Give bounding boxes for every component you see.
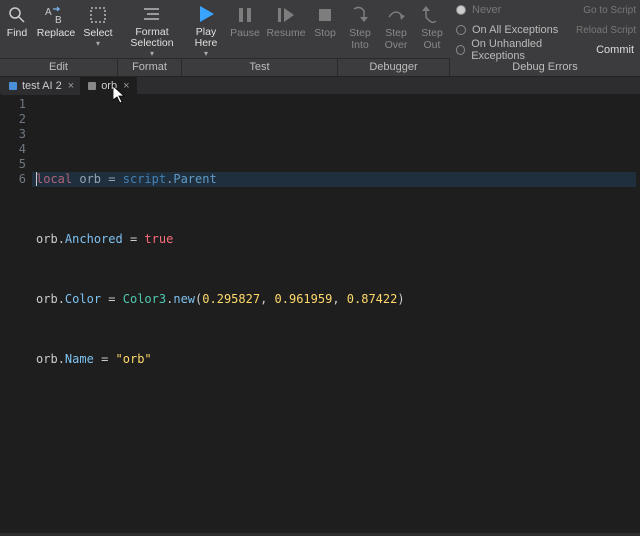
replace-label: Replace <box>37 28 76 40</box>
stop-icon <box>316 2 334 28</box>
step-over-button[interactable]: Step Over <box>378 0 414 58</box>
commit-button[interactable]: Commit <box>596 44 634 56</box>
debug-error-never[interactable]: Never Go to Script <box>450 0 640 20</box>
line-number: 3 <box>0 127 26 142</box>
debug-errors-panel: Never Go to Script On All Exceptions Rel… <box>450 0 640 60</box>
text-cursor <box>36 172 37 186</box>
code-area[interactable]: local orb = script.Parent orb.Anchored =… <box>32 95 640 533</box>
radio-icon <box>456 25 466 35</box>
step-into-button[interactable]: Step Into <box>342 0 378 58</box>
close-icon[interactable]: × <box>123 80 129 92</box>
step-over-icon <box>386 2 406 28</box>
pause-label: Pause <box>230 28 260 40</box>
line-number: 1 <box>0 97 26 112</box>
code-line <box>36 457 640 472</box>
pause-button[interactable]: Pause <box>226 0 264 58</box>
line-number: 4 <box>0 142 26 157</box>
format-selection-button[interactable]: Format Selection ▾ <box>126 0 178 58</box>
code-line: orb.Name = "orb" <box>36 352 640 367</box>
stop-button[interactable]: Stop <box>308 0 342 58</box>
pause-icon <box>236 2 254 28</box>
search-icon <box>7 2 27 28</box>
svg-text:B: B <box>55 15 62 25</box>
gutter: 1 2 3 4 5 6 <box>0 95 32 533</box>
play-label: Play Here <box>195 27 218 50</box>
code-line: orb.Anchored = true <box>36 232 640 247</box>
resume-label: Resume <box>266 28 305 40</box>
debug-error-on-unhandled-label: On Unhandled Exceptions <box>471 38 586 62</box>
resume-icon <box>276 2 296 28</box>
reload-script-label: Reload Script <box>576 25 636 36</box>
radio-icon <box>456 45 465 55</box>
chevron-down-icon: ▾ <box>96 39 100 48</box>
resume-button[interactable]: Resume <box>264 0 308 58</box>
step-out-button[interactable]: Step Out <box>414 0 450 58</box>
svg-text:A: A <box>45 7 52 18</box>
tab-label: orb <box>101 80 117 92</box>
format-icon <box>141 2 163 27</box>
go-to-script-label: Go to Script <box>583 5 636 16</box>
debug-error-never-label: Never <box>472 4 501 16</box>
code-editor[interactable]: 1 2 3 4 5 6 local orb = script.Parent or… <box>0 95 640 533</box>
replace-button[interactable]: AB Replace <box>34 0 78 58</box>
step-out-label: Step Out <box>421 28 443 51</box>
line-number: 2 <box>0 112 26 127</box>
chevron-down-icon: ▾ <box>204 49 208 58</box>
code-line: orb.Color = Color3.new(0.295827, 0.96195… <box>36 292 640 307</box>
find-button[interactable]: Find <box>0 0 34 58</box>
step-into-icon <box>350 2 370 28</box>
replace-icon: AB <box>45 2 67 28</box>
radio-icon <box>456 5 466 15</box>
line-number: 5 <box>0 157 26 172</box>
script-icon <box>87 81 97 91</box>
step-out-icon <box>422 2 442 28</box>
tab-label: test AI 2 <box>22 80 62 92</box>
group-edit: Edit <box>0 59 117 76</box>
debug-error-on-unhandled[interactable]: On Unhandled Exceptions Commit <box>450 40 640 60</box>
group-test: Test <box>182 59 337 76</box>
tab-test-ai-2[interactable]: test AI 2 × <box>2 77 81 95</box>
select-button[interactable]: Select ▾ <box>78 0 118 58</box>
format-selection-label: Format Selection <box>130 27 173 50</box>
script-icon <box>8 81 18 91</box>
current-line-highlight <box>32 172 636 187</box>
debug-error-on-all-label: On All Exceptions <box>472 24 558 36</box>
code-line <box>36 412 640 427</box>
ribbon: Find AB Replace Select ▾ Format Selectio… <box>0 0 640 77</box>
select-icon <box>88 2 108 28</box>
step-over-label: Step Over <box>385 28 408 51</box>
stop-label: Stop <box>314 28 336 40</box>
group-format: Format <box>118 59 181 76</box>
find-label: Find <box>7 28 27 40</box>
step-into-label: Step Into <box>349 28 371 51</box>
line-number: 6 <box>0 172 26 187</box>
tab-orb[interactable]: orb × <box>81 77 136 95</box>
play-button[interactable]: Play Here ▾ <box>186 0 226 58</box>
chevron-down-icon: ▾ <box>150 49 154 58</box>
tab-bar: test AI 2 × orb × <box>0 77 640 95</box>
group-debugger: Debugger <box>338 59 449 76</box>
debug-error-on-all[interactable]: On All Exceptions Reload Script <box>450 20 640 40</box>
play-icon <box>195 2 217 27</box>
close-icon[interactable]: × <box>68 80 74 92</box>
